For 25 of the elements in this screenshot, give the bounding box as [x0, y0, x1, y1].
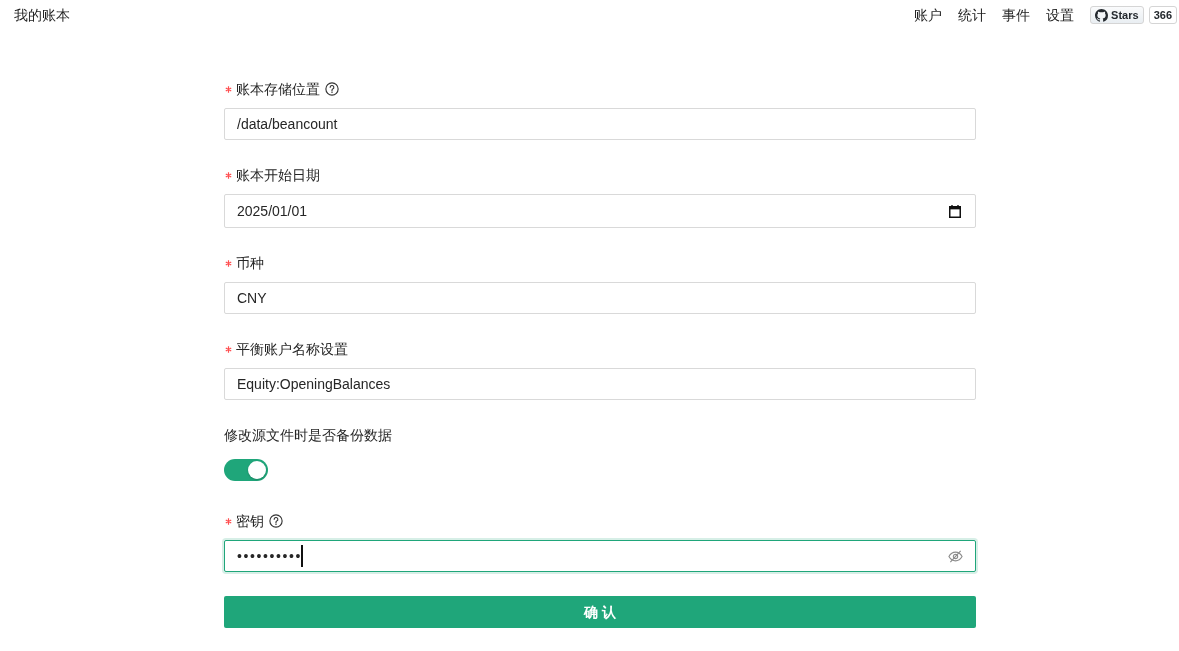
field-label: 修改源文件时是否备份数据 [224, 426, 392, 445]
nav-link[interactable]: 事件 [1002, 5, 1031, 25]
star-count[interactable]: 366 [1148, 6, 1177, 24]
nav-link[interactable]: 账户 [914, 5, 943, 25]
field-label: 平衡账户名称设置 [236, 340, 348, 359]
input-field[interactable]: CNY [224, 282, 976, 314]
github-stars-button[interactable]: Stars [1090, 6, 1144, 24]
calendar-icon[interactable] [949, 204, 961, 218]
backup-toggle[interactable] [224, 459, 268, 481]
field-label: 账本开始日期 [236, 166, 320, 185]
field-label: 密钥 [236, 512, 264, 531]
field-label: 账本存储位置 [236, 80, 320, 99]
eye-slash-icon[interactable] [948, 548, 963, 564]
field-label: 币种 [236, 254, 264, 273]
text-caret-icon [301, 545, 303, 567]
github-icon [1095, 8, 1109, 22]
nav-link[interactable]: 设置 [1046, 5, 1075, 25]
help-icon[interactable] [269, 514, 283, 528]
app-title: 我的账本 [14, 6, 70, 25]
input-field[interactable]: /data/beancount [224, 108, 976, 140]
help-icon[interactable] [325, 82, 339, 96]
input-field[interactable]: Equity:OpeningBalances [224, 368, 976, 400]
password-field[interactable]: •••••••••• [224, 540, 976, 572]
nav-link[interactable]: 统计 [958, 5, 987, 25]
date-field[interactable]: 2025/01/01 [224, 194, 976, 228]
